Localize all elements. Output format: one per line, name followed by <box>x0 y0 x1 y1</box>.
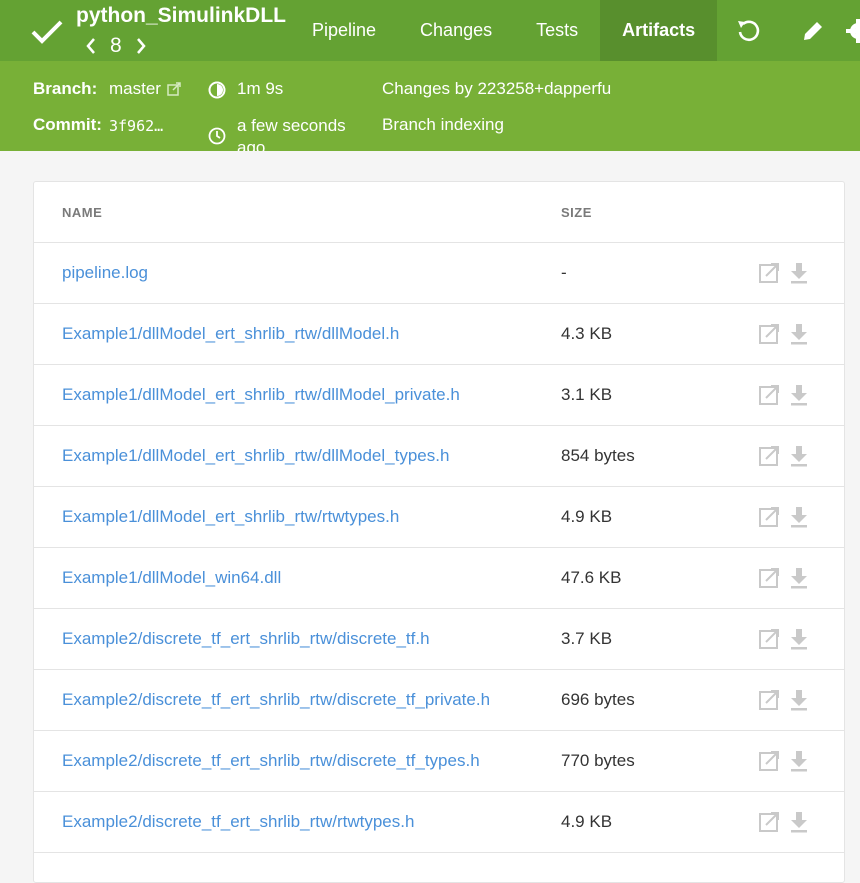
download-icon[interactable] <box>787 688 811 712</box>
commit-label: Commit: <box>33 115 102 134</box>
branch-link[interactable]: master <box>109 79 161 99</box>
open-in-new-icon[interactable] <box>757 566 781 590</box>
replay-icon[interactable] <box>735 18 761 44</box>
run-navigator: 8 <box>84 33 148 59</box>
download-icon[interactable] <box>787 505 811 529</box>
open-in-new-icon[interactable] <box>757 322 781 346</box>
tab-changes[interactable]: Changes <box>398 0 514 61</box>
download-icon[interactable] <box>787 383 811 407</box>
changes-author: Changes by 223258+dapperfu <box>382 79 612 98</box>
download-icon[interactable] <box>787 627 811 651</box>
branch-label: Branch: <box>33 79 98 98</box>
open-in-new-icon[interactable] <box>757 810 781 834</box>
table-row: Example1/dllModel_ert_shrlib_rtw/dllMode… <box>34 304 844 365</box>
artifact-size: - <box>561 263 567 282</box>
table-body: pipeline.log - Example1/dllModel_ert_shrli… <box>34 243 844 853</box>
duration-icon <box>208 81 226 99</box>
commit-hash[interactable]: 3f962… <box>109 117 163 135</box>
run-cause: Branch indexing <box>382 115 504 134</box>
table-row: Example2/discrete_tf_ert_shrlib_rtw/disc… <box>34 670 844 731</box>
artifact-link[interactable]: Example1/dllModel_win64.dll <box>62 568 281 588</box>
run-tabs: Pipeline Changes Tests Artifacts <box>290 0 718 61</box>
table-header: NAME SIZE <box>34 182 844 243</box>
open-in-new-icon[interactable] <box>757 261 781 285</box>
column-size: SIZE <box>561 205 592 220</box>
artifact-size: 696 bytes <box>561 690 635 709</box>
table-row: pipeline.log - <box>34 243 844 304</box>
open-in-new-icon[interactable] <box>757 688 781 712</box>
edit-pencil-icon[interactable] <box>800 18 826 44</box>
pipeline-title[interactable]: python_SimulinkDLL <box>76 4 286 28</box>
run-number: 8 <box>110 34 122 57</box>
clock-icon <box>208 127 226 145</box>
table-row: Example1/dllModel_ert_shrlib_rtw/dllMode… <box>34 426 844 487</box>
download-icon[interactable] <box>787 322 811 346</box>
time-value: a few seconds ago <box>237 116 346 151</box>
open-in-new-icon[interactable] <box>757 627 781 651</box>
open-in-new-icon[interactable] <box>757 383 781 407</box>
table-row: Example2/discrete_tf_ert_shrlib_rtw/disc… <box>34 609 844 670</box>
artifact-link[interactable]: Example1/dllModel_ert_shrlib_rtw/rtwtype… <box>62 507 399 527</box>
artifact-size: 854 bytes <box>561 446 635 465</box>
artifact-size: 4.9 KB <box>561 507 613 526</box>
download-icon[interactable] <box>787 749 811 773</box>
settings-gear-icon[interactable] <box>845 18 860 44</box>
tab-artifacts[interactable]: Artifacts <box>600 0 718 61</box>
chevron-right-icon[interactable] <box>134 36 148 56</box>
tab-pipeline[interactable]: Pipeline <box>290 0 398 61</box>
artifact-link[interactable]: Example2/discrete_tf_ert_shrlib_rtw/disc… <box>62 629 430 649</box>
table-row: Example2/discrete_tf_ert_shrlib_rtw/rtwt… <box>34 792 844 853</box>
table-row: Example2/discrete_tf_ert_shrlib_rtw/disc… <box>34 731 844 792</box>
download-icon[interactable] <box>787 444 811 468</box>
open-in-new-icon[interactable] <box>757 444 781 468</box>
artifact-size: 4.3 KB <box>561 324 613 343</box>
checkmark-icon <box>31 20 63 44</box>
download-icon[interactable] <box>787 566 811 590</box>
artifact-link[interactable]: Example1/dllModel_ert_shrlib_rtw/dllMode… <box>62 446 449 466</box>
artifact-size: 47.6 KB <box>561 568 622 587</box>
table-row: Example1/dllModel_ert_shrlib_rtw/dllMode… <box>34 365 844 426</box>
column-name: NAME <box>62 205 103 220</box>
artifact-size: 4.9 KB <box>561 812 613 831</box>
download-icon[interactable] <box>787 261 811 285</box>
artifact-size: 3.7 KB <box>561 629 613 648</box>
external-link-icon[interactable] <box>167 82 181 96</box>
artifact-link[interactable]: Example2/discrete_tf_ert_shrlib_rtw/disc… <box>62 751 480 771</box>
artifact-link[interactable]: pipeline.log <box>62 263 148 283</box>
artifact-link[interactable]: Example2/discrete_tf_ert_shrlib_rtw/rtwt… <box>62 812 414 832</box>
artifact-link[interactable]: Example1/dllModel_ert_shrlib_rtw/dllMode… <box>62 385 460 405</box>
open-in-new-icon[interactable] <box>757 505 781 529</box>
table-row: Example1/dllModel_win64.dll 47.6 KB <box>34 548 844 609</box>
artifact-size: 3.1 KB <box>561 385 613 404</box>
artifact-size: 770 bytes <box>561 751 635 770</box>
artifact-link[interactable]: Example1/dllModel_ert_shrlib_rtw/dllMode… <box>62 324 399 344</box>
table-row: Example1/dllModel_ert_shrlib_rtw/rtwtype… <box>34 487 844 548</box>
download-icon[interactable] <box>787 810 811 834</box>
chevron-left-icon[interactable] <box>84 36 98 56</box>
duration-value: 1m 9s <box>237 79 284 98</box>
artifacts-table: NAME SIZE pipeline.log - Example1/dllModel… <box>33 181 845 883</box>
open-in-new-icon[interactable] <box>757 749 781 773</box>
tab-tests[interactable]: Tests <box>514 0 600 61</box>
artifact-link[interactable]: Example2/discrete_tf_ert_shrlib_rtw/disc… <box>62 690 490 710</box>
run-details: Branch: master Commit: 3f962… 1m 9s a fe… <box>0 61 860 151</box>
run-header-bar: python_SimulinkDLL 8 Pipeline Changes Te… <box>0 0 860 61</box>
